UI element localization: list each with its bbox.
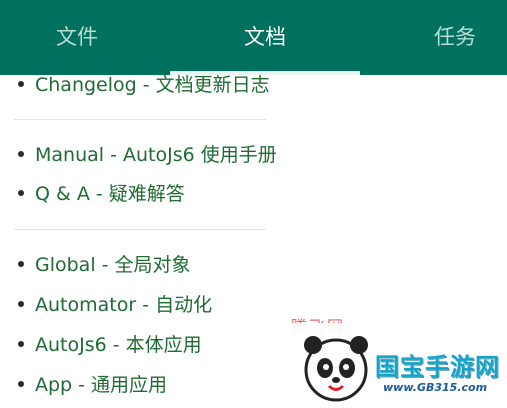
doc-link-label: Global - 全局对象 xyxy=(35,254,191,276)
watermark-site-name: 国宝手游网 xyxy=(375,353,500,381)
bullet-icon xyxy=(18,340,24,347)
watermark-badge: 国宝手游网 www.GB315.com xyxy=(283,323,507,408)
doc-link-label: Changelog - 文档更新日志 xyxy=(35,74,270,96)
doc-link-manual[interactable]: Manual - AutoJs6 使用手册 xyxy=(18,140,277,170)
bullet-icon xyxy=(18,150,24,157)
doc-link-changelog[interactable]: Changelog - 文档更新日志 xyxy=(18,70,270,100)
doc-link-autojs6[interactable]: AutoJs6 - 本体应用 xyxy=(18,330,202,360)
section-divider xyxy=(14,119,266,120)
bullet-icon xyxy=(18,80,24,87)
bullet-icon xyxy=(18,380,24,387)
doc-link-qa[interactable]: Q & A - 疑难解答 xyxy=(18,179,185,209)
doc-link-label: Manual - AutoJs6 使用手册 xyxy=(35,144,277,166)
panda-logo-icon xyxy=(304,336,368,402)
doc-link-app[interactable]: App - 通用应用 xyxy=(18,370,167,400)
doc-link-automator[interactable]: Automator - 自动化 xyxy=(18,290,212,320)
doc-link-label: Q & A - 疑难解答 xyxy=(35,183,185,205)
section-divider xyxy=(14,229,266,230)
bullet-icon xyxy=(18,189,24,196)
doc-link-label: App - 通用应用 xyxy=(35,374,168,396)
watermark-site-url: www.GB315.com xyxy=(383,381,488,394)
tab-tasks[interactable]: 任务 xyxy=(390,0,507,75)
doc-link-label: AutoJs6 - 本体应用 xyxy=(35,334,202,356)
doc-link-label: Automator - 自动化 xyxy=(35,294,213,316)
tab-docs[interactable]: 文档 xyxy=(170,0,360,75)
top-tab-bar: 文件 文档 任务 xyxy=(0,0,507,75)
bullet-icon xyxy=(18,300,24,307)
bullet-icon xyxy=(18,260,24,267)
doc-link-global[interactable]: Global - 全局对象 xyxy=(18,250,191,280)
tab-files[interactable]: 文件 xyxy=(0,0,154,75)
